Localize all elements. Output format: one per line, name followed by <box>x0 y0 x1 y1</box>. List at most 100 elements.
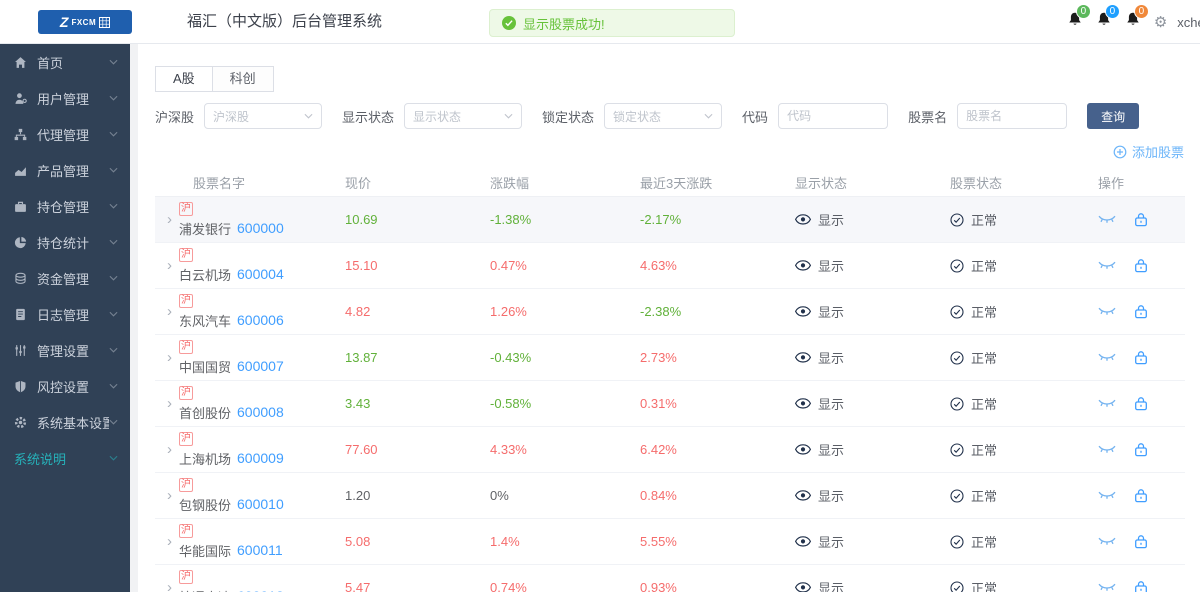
change-percent: 1.4% <box>490 534 520 549</box>
eye-icon <box>795 214 811 225</box>
notification-badge-orange: 0 <box>1134 4 1149 19</box>
stock-code-link[interactable]: 600006 <box>237 312 284 328</box>
lock-stock-icon[interactable] <box>1134 396 1148 411</box>
current-price: 3.43 <box>345 396 370 411</box>
display-status-text: 显示 <box>818 256 844 275</box>
stock-code-link[interactable]: 600000 <box>237 220 284 236</box>
sidebar-item-position-management[interactable]: 持仓管理 <box>0 188 130 224</box>
circle-check-icon <box>950 581 964 592</box>
current-price: 1.20 <box>345 488 370 503</box>
sidebar-item-agent-management[interactable]: 代理管理 <box>0 116 130 152</box>
expand-row-icon[interactable]: › <box>155 580 179 592</box>
search-button[interactable]: 查询 <box>1087 103 1139 129</box>
sidebar-scrollbar[interactable] <box>130 44 138 592</box>
sidebar-item-product-management[interactable]: 产品管理 <box>0 152 130 188</box>
hide-stock-icon[interactable] <box>1098 307 1116 317</box>
lock-status-select[interactable]: 锁定状态 <box>604 103 722 129</box>
sidebar-item-admin-settings[interactable]: 管理设置 <box>0 332 130 368</box>
sidebar-item-system-description[interactable]: 系统说明 <box>0 440 130 476</box>
tab-a-shares[interactable]: A股 <box>155 66 213 92</box>
sidebar-item-home[interactable]: 首页 <box>0 44 130 80</box>
notification-bell-3[interactable]: 0 <box>1125 11 1141 33</box>
gear-icon[interactable]: ⚙ <box>1154 13 1167 31</box>
exchange-badge: 沪 <box>179 340 193 354</box>
hide-stock-icon[interactable] <box>1098 583 1116 592</box>
display-status-text: 显示 <box>818 302 844 321</box>
stock-name: 白云机场 <box>179 265 231 284</box>
hide-stock-icon[interactable] <box>1098 399 1116 409</box>
display-status-filter-label: 显示状态 <box>342 107 394 126</box>
stock-status-text: 正常 <box>971 578 997 592</box>
sidebar-item-system-settings[interactable]: 系统基本设置 <box>0 404 130 440</box>
display-status-select[interactable]: 显示状态 <box>404 103 522 129</box>
lock-stock-icon[interactable] <box>1134 488 1148 503</box>
logo-grid-icon <box>99 17 110 28</box>
stock-admin-page: Z FXCM 福汇（中文版）后台管理系统 显示股票成功! 0 <box>0 0 1200 592</box>
expand-row-icon[interactable]: › <box>155 258 179 273</box>
expand-row-icon[interactable]: › <box>155 396 179 411</box>
stock-status-text: 正常 <box>971 394 997 413</box>
lock-stock-icon[interactable] <box>1134 258 1148 273</box>
expand-row-icon[interactable]: › <box>155 442 179 457</box>
stock-name: 中国国贸 <box>179 357 231 376</box>
display-status-text: 显示 <box>818 532 844 551</box>
sidebar-item-risk-settings[interactable]: 风控设置 <box>0 368 130 404</box>
stock-code-link[interactable]: 600010 <box>237 496 284 512</box>
sidebar-item-user-management[interactable]: 用户管理 <box>0 80 130 116</box>
stock-name: 首创股份 <box>179 403 231 422</box>
stock-table: 股票名字 现价 涨跌幅 最近3天涨跌 显示状态 股票状态 操作 › 沪 <box>155 169 1185 592</box>
hide-stock-icon[interactable] <box>1098 537 1116 547</box>
notification-bell-1[interactable]: 0 <box>1067 11 1083 33</box>
chart-icon <box>14 164 27 177</box>
sidebar-item-position-stats[interactable]: 持仓统计 <box>0 224 130 260</box>
lock-stock-icon[interactable] <box>1134 534 1148 549</box>
three-day-change: -2.17% <box>640 212 681 227</box>
three-day-change: -2.38% <box>640 304 681 319</box>
stock-name-input[interactable] <box>957 103 1067 129</box>
stock-code-link[interactable]: 600012 <box>237 588 284 592</box>
expand-row-icon[interactable]: › <box>155 488 179 503</box>
stock-status-text: 正常 <box>971 486 997 505</box>
stock-code-link[interactable]: 600011 <box>237 542 283 558</box>
three-day-change: 0.31% <box>640 396 677 411</box>
hide-stock-icon[interactable] <box>1098 353 1116 363</box>
stock-code-link[interactable]: 600004 <box>237 266 284 282</box>
add-stock-link[interactable]: 添加股票 <box>1113 142 1184 161</box>
stock-code-link[interactable]: 600007 <box>237 358 284 374</box>
code-input[interactable] <box>778 103 888 129</box>
tab-star-market[interactable]: 科创 <box>212 66 274 92</box>
lock-status-filter-label: 锁定状态 <box>542 107 594 126</box>
market-select[interactable]: 沪深股 <box>204 103 322 129</box>
lock-stock-icon[interactable] <box>1134 304 1148 319</box>
chevron-down-icon <box>109 131 118 137</box>
chevron-down-icon <box>304 113 313 119</box>
hide-stock-icon[interactable] <box>1098 215 1116 225</box>
expand-row-icon[interactable]: › <box>155 350 179 365</box>
eye-icon <box>795 444 811 455</box>
current-price: 5.47 <box>345 580 370 592</box>
lock-stock-icon[interactable] <box>1134 350 1148 365</box>
hide-stock-icon[interactable] <box>1098 445 1116 455</box>
expand-row-icon[interactable]: › <box>155 534 179 549</box>
hide-stock-icon[interactable] <box>1098 491 1116 501</box>
chevron-down-icon <box>109 383 118 389</box>
current-price: 15.10 <box>345 258 378 273</box>
lock-stock-icon[interactable] <box>1134 212 1148 227</box>
stock-code-link[interactable]: 600009 <box>237 450 284 466</box>
circle-check-icon <box>950 305 964 319</box>
stock-name: 皖通高速 <box>179 587 231 592</box>
col-header-3day-change: 最近3天涨跌 <box>640 173 795 192</box>
current-user[interactable]: xchen <box>1177 15 1200 30</box>
lock-stock-icon[interactable] <box>1134 442 1148 457</box>
notification-bell-2[interactable]: 0 <box>1096 11 1112 33</box>
lock-stock-icon[interactable] <box>1134 580 1148 592</box>
expand-row-icon[interactable]: › <box>155 304 179 319</box>
circle-check-icon <box>950 213 964 227</box>
sidebar-item-funds-management[interactable]: 资金管理 <box>0 260 130 296</box>
chevron-down-icon <box>109 59 118 65</box>
hide-stock-icon[interactable] <box>1098 261 1116 271</box>
sidebar-item-log-management[interactable]: 日志管理 <box>0 296 130 332</box>
col-header-stock-name: 股票名字 <box>155 173 345 192</box>
expand-row-icon[interactable]: › <box>155 212 179 227</box>
stock-code-link[interactable]: 600008 <box>237 404 284 420</box>
